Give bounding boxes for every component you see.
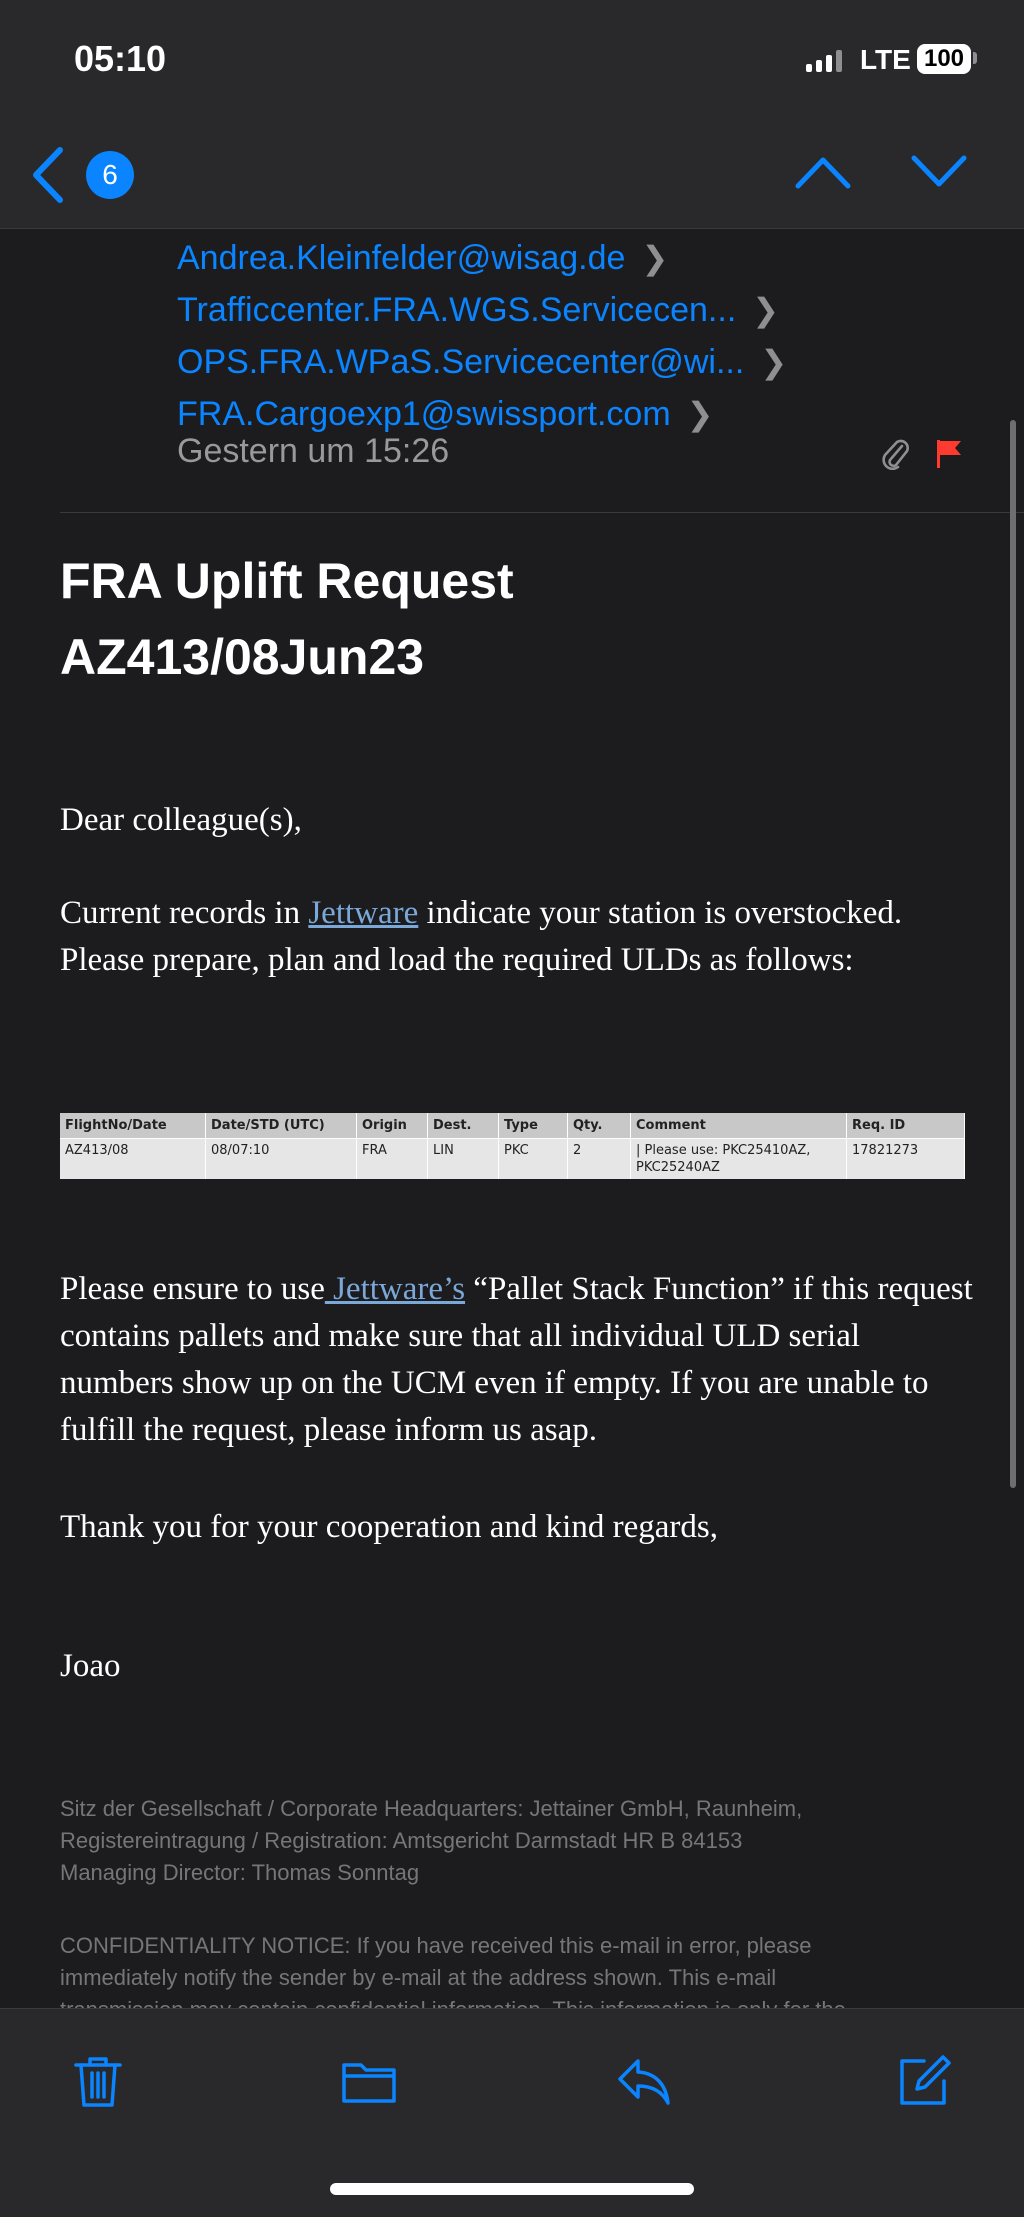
previous-message-icon[interactable] <box>794 154 852 190</box>
compose-icon[interactable] <box>896 2053 952 2109</box>
greeting: Dear colleague(s), <box>60 802 302 838</box>
folder-icon[interactable] <box>341 2053 397 2109</box>
next-message-icon[interactable] <box>910 154 968 190</box>
recipient-list: Andrea.Kleinfelder@wisag.de ❯ Trafficcent… <box>177 232 787 440</box>
header-divider <box>60 512 1024 513</box>
jettware-link[interactable]: Jettware <box>308 895 418 931</box>
battery-tip <box>973 52 977 64</box>
table-header: Type <box>498 1113 568 1139</box>
table-header-row: FlightNo/Date Date/STD (UTC) Origin Dest… <box>60 1113 965 1139</box>
signal-icon <box>806 50 842 72</box>
table-header: Origin <box>356 1113 428 1139</box>
body-paragraph-1: Current records in Jettware indicate you… <box>60 895 903 978</box>
table-header: FlightNo/Date <box>60 1113 206 1139</box>
jettware-link-2[interactable]: Jettware’s <box>325 1271 465 1307</box>
table-cell: AZ413/08 <box>60 1138 206 1179</box>
table-header: Date/STD (UTC) <box>205 1113 357 1139</box>
recipient-1[interactable]: Andrea.Kleinfelder@wisag.de ❯ <box>177 232 787 284</box>
chevron-right-icon: ❯ <box>641 240 669 276</box>
company-info: Sitz der Gesellschaft / Corporate Headqu… <box>60 1796 803 1885</box>
table-cell: 17821273 <box>846 1138 965 1179</box>
table-header: Req. ID <box>846 1113 965 1139</box>
table-header: Qty. <box>567 1113 631 1139</box>
message-date: Gestern um 15:26 <box>177 432 450 470</box>
attachment-icon[interactable] <box>880 436 910 470</box>
unread-count-badge[interactable]: 6 <box>86 151 134 199</box>
chevron-right-icon: ❯ <box>752 292 780 328</box>
top-bar: 05:10 LTE 100 6 <box>0 0 1024 229</box>
table-row: AZ413/08 08/07:10 FRA LIN PKC 2 | Please… <box>60 1138 965 1179</box>
table-cell: FRA <box>356 1138 428 1179</box>
scrollbar[interactable] <box>1010 420 1016 1488</box>
reply-icon[interactable] <box>616 2053 672 2109</box>
body-paragraph-2: Please ensure to use Jettware’s “Pallet … <box>60 1271 973 1448</box>
chevron-right-icon: ❯ <box>686 396 714 432</box>
status-time: 05:10 <box>74 38 167 79</box>
email-subject: FRA Uplift Request AZ413/08Jun23 <box>60 553 514 685</box>
flag-icon[interactable] <box>934 438 964 470</box>
trash-icon[interactable] <box>70 2053 126 2109</box>
recipient-2[interactable]: Trafficcenter.FRA.WGS.Servicecen... ❯ <box>177 284 787 336</box>
table-cell: LIN <box>427 1138 499 1179</box>
table-header: Dest. <box>427 1113 499 1139</box>
table-cell: 2 <box>567 1138 631 1179</box>
closing-line: Thank you for your cooperation and kind … <box>60 1509 718 1545</box>
uld-table: FlightNo/Date Date/STD (UTC) Origin Dest… <box>60 1113 965 1179</box>
battery-icon: 100 <box>917 44 971 74</box>
chevron-right-icon: ❯ <box>760 344 788 380</box>
table-cell: 08/07:10 <box>205 1138 357 1179</box>
table-cell: | Please use: PKC25410AZ, PKC25240AZ <box>630 1138 847 1179</box>
table-header: Comment <box>630 1113 847 1139</box>
back-chevron-icon[interactable] <box>28 146 68 204</box>
table-cell: PKC <box>498 1138 568 1179</box>
signature: Joao <box>60 1648 121 1684</box>
network-label: LTE <box>860 44 911 75</box>
recipient-3[interactable]: OPS.FRA.WPaS.Servicecenter@wi... ❯ <box>177 336 787 388</box>
home-indicator[interactable] <box>330 2183 694 2195</box>
